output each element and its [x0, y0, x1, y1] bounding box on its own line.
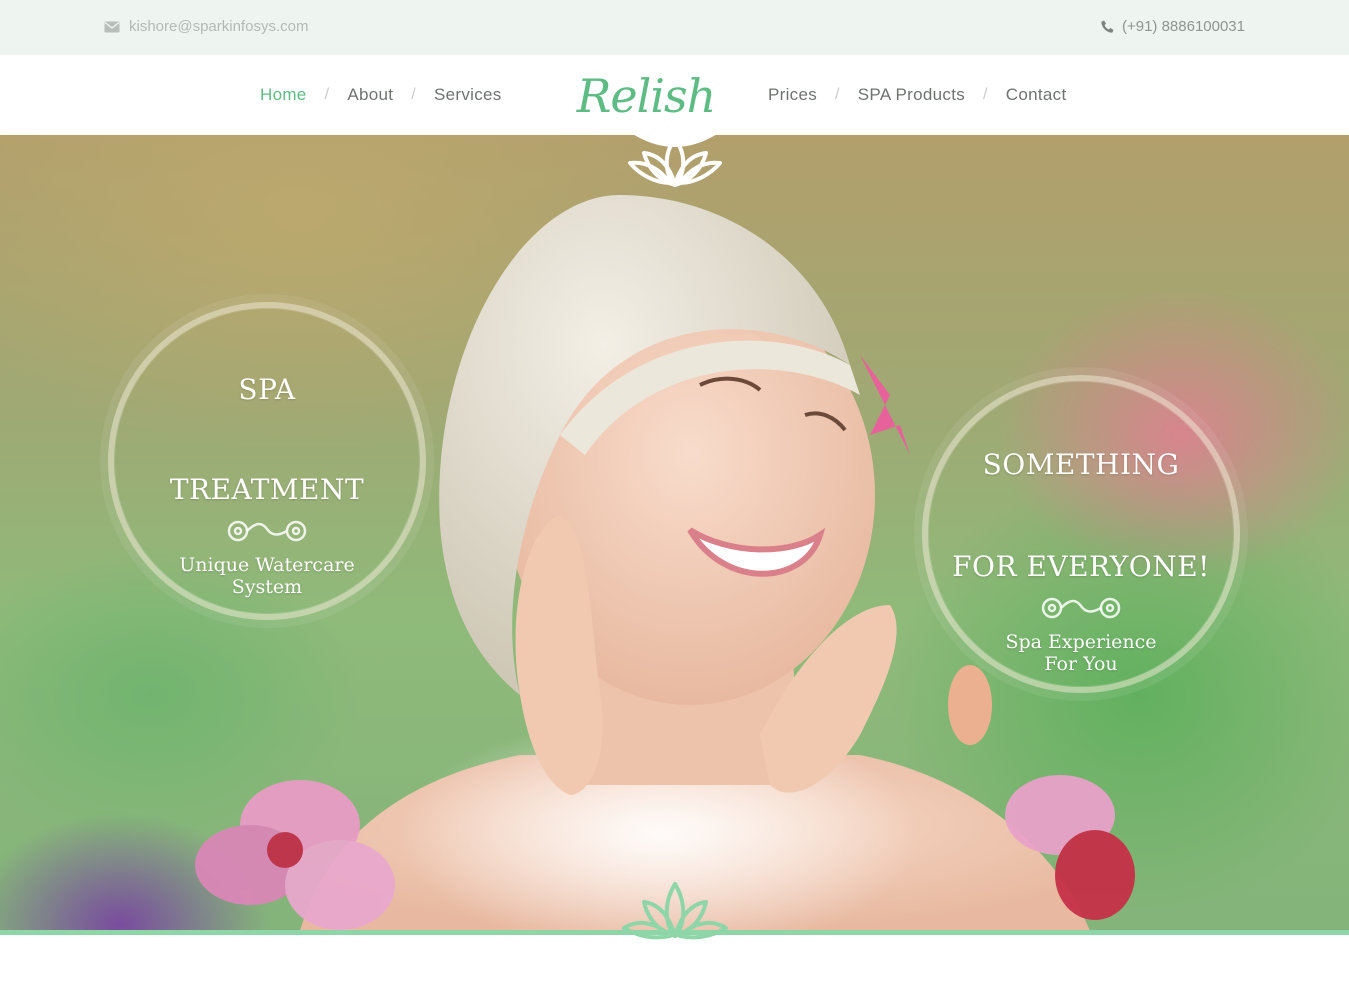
nav-separator: /: [324, 86, 330, 103]
promo-title-line2: FOR EVERYONE!: [952, 550, 1210, 583]
swirl-ornament-icon: [1041, 597, 1121, 619]
lotus-icon: [622, 882, 728, 940]
phone-icon: [1101, 20, 1114, 34]
nav-item-contact[interactable]: Contact: [1006, 85, 1067, 105]
envelope-icon: [104, 21, 120, 33]
orchid-left: [195, 780, 395, 930]
swirl-ornament-icon: [227, 520, 307, 542]
nav-item-home[interactable]: Home: [260, 85, 307, 105]
promo-circle-something-for-everyone: SOMETHING FOR EVERYONE! Spa Experience F…: [922, 375, 1240, 693]
promo-title-line2: TREATMENT: [169, 473, 365, 506]
lotus-icon: [620, 127, 730, 187]
nav-separator: /: [411, 86, 416, 103]
nav-left-group: Home / About / Services: [260, 85, 502, 105]
promo-subtitle-line1: Unique Watercare: [179, 554, 355, 576]
site-logo[interactable]: Relish: [576, 69, 717, 123]
nav-item-services[interactable]: Services: [434, 85, 502, 105]
promo-subtitle-line2: System: [231, 576, 303, 598]
main-nav: Home / About / Services Relish Prices / …: [0, 55, 1349, 135]
nav-right-group: Prices / SPA Products / Contact: [768, 85, 1066, 105]
promo-circle-spa-treatment: SPA TREATMENT Unique Watercare System: [108, 302, 426, 620]
nav-separator: /: [983, 86, 988, 103]
nav-item-spa-products[interactable]: SPA Products: [858, 85, 965, 105]
promo-title-line1: SOMETHING: [982, 448, 1180, 481]
promo-subtitle-line2: For You: [1044, 653, 1118, 675]
hero-slider: SPA TREATMENT Unique Watercare System SO…: [0, 135, 1349, 931]
email-contact[interactable]: kishore@sparkinfosys.com: [104, 18, 308, 35]
phone-text: (+91) 8886100031: [1121, 18, 1245, 35]
nav-item-about[interactable]: About: [347, 85, 393, 105]
email-text: kishore@sparkinfosys.com: [129, 18, 309, 35]
promo-subtitle-line1: Spa Experience: [1005, 631, 1157, 653]
nav-separator: /: [835, 86, 840, 103]
phone-contact[interactable]: (+91) 8886100031: [1101, 18, 1245, 35]
contact-bar: kishore@sparkinfosys.com (+91) 888610003…: [0, 0, 1349, 55]
nav-item-prices[interactable]: Prices: [768, 85, 817, 105]
promo-title-line1: SPA: [238, 373, 296, 406]
